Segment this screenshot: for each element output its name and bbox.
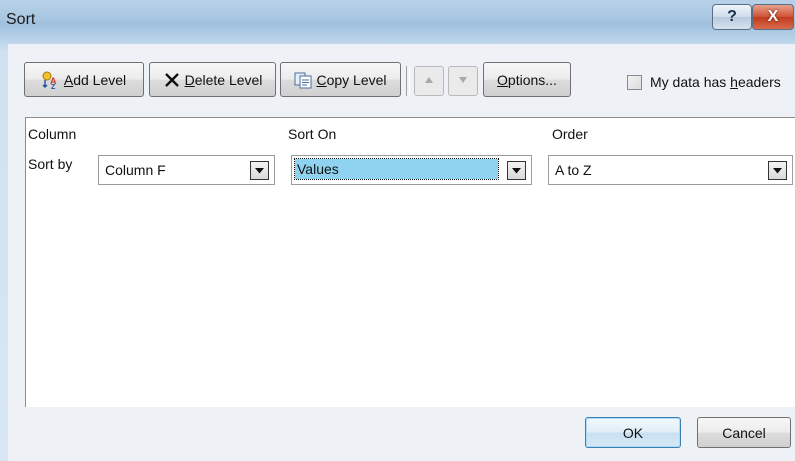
column-select-value: Column F (105, 162, 166, 178)
chevron-down-icon[interactable] (250, 161, 269, 180)
triangle-down-icon (458, 76, 468, 87)
copy-level-button[interactable]: Copy Level (280, 62, 401, 97)
chevron-down-icon[interactable] (507, 161, 526, 180)
column-header: Column (28, 126, 77, 142)
copy-level-icon (294, 71, 312, 89)
dialog-title: Sort (6, 11, 36, 28)
column-select[interactable]: Column F (98, 155, 275, 185)
headers-checkbox-label: My data has headers (650, 74, 781, 90)
headers-label-mnemonic: h (730, 74, 738, 90)
add-level-label: Add Level (64, 72, 126, 88)
sort-on-select-value: Values (294, 158, 499, 180)
move-up-button[interactable] (414, 66, 444, 96)
triangle-up-icon (424, 76, 434, 87)
sort-levels-grid: Column Sort On Order Sort by Column F Va… (25, 117, 795, 407)
close-icon: X (767, 8, 779, 25)
options-mnemonic: O (497, 71, 508, 88)
headers-checkbox-row[interactable]: My data has headers (627, 74, 781, 90)
order-header: Order (552, 126, 588, 142)
options-rest: ptions... (507, 71, 557, 88)
sort-dialog: Sort ? X A Z Add Level Delete Level Copy… (0, 0, 795, 461)
copy-level-mnemonic: C (316, 71, 327, 88)
order-select-value: A to Z (555, 162, 592, 178)
delete-level-rest: elete Level (194, 71, 263, 88)
sort-on-select[interactable]: Values (291, 155, 532, 185)
toolbar-separator (406, 66, 410, 96)
help-button[interactable]: ? (712, 4, 752, 30)
sort-by-label: Sort by (28, 156, 73, 172)
headers-label-post: eaders (737, 74, 781, 90)
svg-text:Z: Z (51, 84, 56, 89)
headers-label-pre: My data has (650, 74, 731, 90)
add-level-mnemonic: A (63, 71, 74, 88)
copy-level-label: Copy Level (316, 72, 386, 88)
order-select[interactable]: A to Z (548, 155, 793, 185)
cancel-button[interactable]: Cancel (697, 417, 791, 448)
options-label: Options... (497, 72, 557, 88)
delete-x-icon (163, 71, 181, 89)
ok-button[interactable]: OK (585, 417, 681, 448)
chevron-down-icon[interactable] (768, 161, 787, 180)
sort-on-header: Sort On (288, 126, 337, 142)
copy-level-rest: opy Level (326, 71, 387, 88)
help-icon: ? (727, 8, 737, 25)
headers-checkbox[interactable] (627, 74, 642, 90)
move-down-button[interactable] (448, 66, 478, 96)
delete-level-mnemonic: D (184, 71, 195, 88)
options-button[interactable]: Options... (483, 62, 571, 97)
close-button[interactable]: X (752, 4, 794, 30)
delete-level-label: Delete Level (185, 72, 263, 88)
add-level-button[interactable]: A Z Add Level (24, 62, 144, 97)
title-bar[interactable]: Sort ? X (0, 0, 795, 42)
add-level-rest: dd Level (73, 71, 127, 88)
add-level-icon: A Z (42, 71, 60, 89)
delete-level-button[interactable]: Delete Level (149, 62, 276, 97)
